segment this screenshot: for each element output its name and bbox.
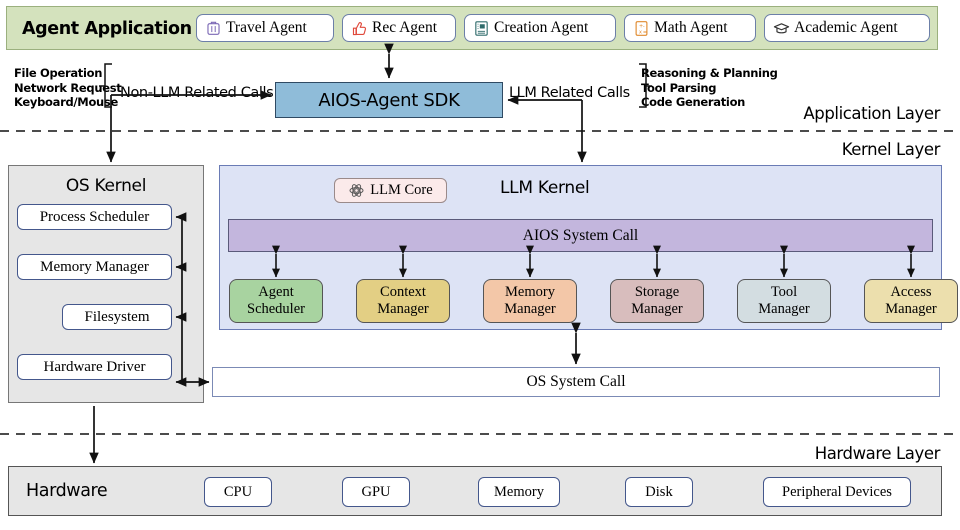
manager-line1: Access [890, 284, 932, 300]
hardware-item-disk[interactable]: Disk [625, 477, 693, 507]
os-module-memory-manager[interactable]: Memory Manager [17, 254, 172, 280]
suitcase-icon [207, 21, 220, 35]
svg-text:=: = [643, 29, 647, 35]
manager-access-manager[interactable]: Access Manager [864, 279, 958, 323]
llm-core-chip[interactable]: LLM Core [334, 178, 447, 203]
manager-line2: Manager [631, 301, 683, 317]
llm-call-label: LLM Related Calls [509, 85, 630, 101]
aios-agent-sdk-box[interactable]: AIOS-Agent SDK [275, 82, 503, 118]
llm-kernel-title: LLM Kernel [500, 178, 590, 198]
kernel-layer-caption: Kernel Layer [841, 140, 941, 159]
manager-tool-manager[interactable]: Tool Manager [737, 279, 831, 323]
os-module-process-scheduler[interactable]: Process Scheduler [17, 204, 172, 230]
agent-chip-travel-agent[interactable]: Travel Agent [196, 14, 334, 42]
os-system-call-bar[interactable]: OS System Call [212, 367, 940, 397]
manager-context-manager[interactable]: Context Manager [356, 279, 450, 323]
llm-core-label: LLM Core [370, 182, 433, 198]
agent-chip-label: Academic Agent [794, 19, 898, 37]
application-layer-caption: Application Layer [803, 104, 940, 123]
atom-icon [349, 184, 364, 197]
manager-line1: Context [380, 284, 426, 300]
manager-line2: Manager [504, 301, 556, 317]
manager-line2: Scheduler [247, 301, 305, 317]
hardware-layer-caption: Hardware Layer [814, 444, 941, 463]
manager-storage-manager[interactable]: Storage Manager [610, 279, 704, 323]
manager-agent-scheduler[interactable]: Agent Scheduler [229, 279, 323, 323]
document-edit-icon [475, 20, 488, 36]
agent-chip-rec-agent[interactable]: Rec Agent [342, 14, 456, 42]
agent-chip-creation-agent[interactable]: Creation Agent [464, 14, 616, 42]
call-item: Reasoning & Planning [641, 66, 778, 80]
call-item: File Operation [14, 66, 103, 80]
agent-chip-label: Rec Agent [372, 19, 437, 37]
svg-text:-: - [643, 23, 645, 29]
hardware-item-memory[interactable]: Memory [478, 477, 560, 507]
manager-line1: Memory [505, 284, 555, 300]
hardware-item-gpu[interactable]: GPU [342, 477, 410, 507]
hardware-item-cpu[interactable]: CPU [204, 477, 272, 507]
call-item: Keyboard/Mouse [14, 95, 118, 109]
manager-line1: Tool [770, 284, 798, 300]
llm-call-items: Reasoning & Planning Tool Parsing Code Gen… [641, 66, 778, 110]
manager-line1: Agent [258, 284, 294, 300]
call-item: Network Request [14, 80, 122, 95]
os-module-filesystem[interactable]: Filesystem [62, 304, 172, 330]
os-kernel-title: OS Kernel [65, 176, 147, 196]
manager-memory-manager[interactable]: Memory Manager [483, 279, 577, 323]
os-module-hardware-driver[interactable]: Hardware Driver [17, 354, 172, 380]
agent-chip-academic-agent[interactable]: Academic Agent [764, 14, 930, 42]
non-llm-call-items: File Operation Network Request Keyboard/Mo… [14, 66, 122, 110]
aios-system-call-bar[interactable]: AIOS System Call [228, 219, 933, 252]
manager-line1: Storage [634, 284, 680, 300]
call-item: Tool Parsing [641, 80, 717, 95]
agent-chip-label: Travel Agent [226, 19, 307, 37]
hardware-title: Hardware [26, 481, 108, 501]
thumbs-up-icon [352, 21, 367, 35]
agent-chip-label: Creation Agent [494, 19, 589, 37]
graduation-cap-icon [773, 22, 790, 33]
manager-line2: Manager [377, 301, 429, 317]
non-llm-call-label: Non-LLM Related Calls [120, 85, 274, 101]
hardware-item-peripheral-devices[interactable]: Peripheral Devices [763, 477, 911, 507]
svg-text:x: x [639, 29, 642, 35]
manager-line2: Manager [885, 301, 937, 317]
agent-application-title: Agent Application [22, 19, 192, 39]
calculator-icon: + - x = [635, 20, 648, 36]
agent-chip-math-agent[interactable]: + - x = Math Agent [624, 14, 756, 42]
manager-line2: Manager [758, 301, 810, 317]
agent-chip-label: Math Agent [654, 19, 728, 37]
